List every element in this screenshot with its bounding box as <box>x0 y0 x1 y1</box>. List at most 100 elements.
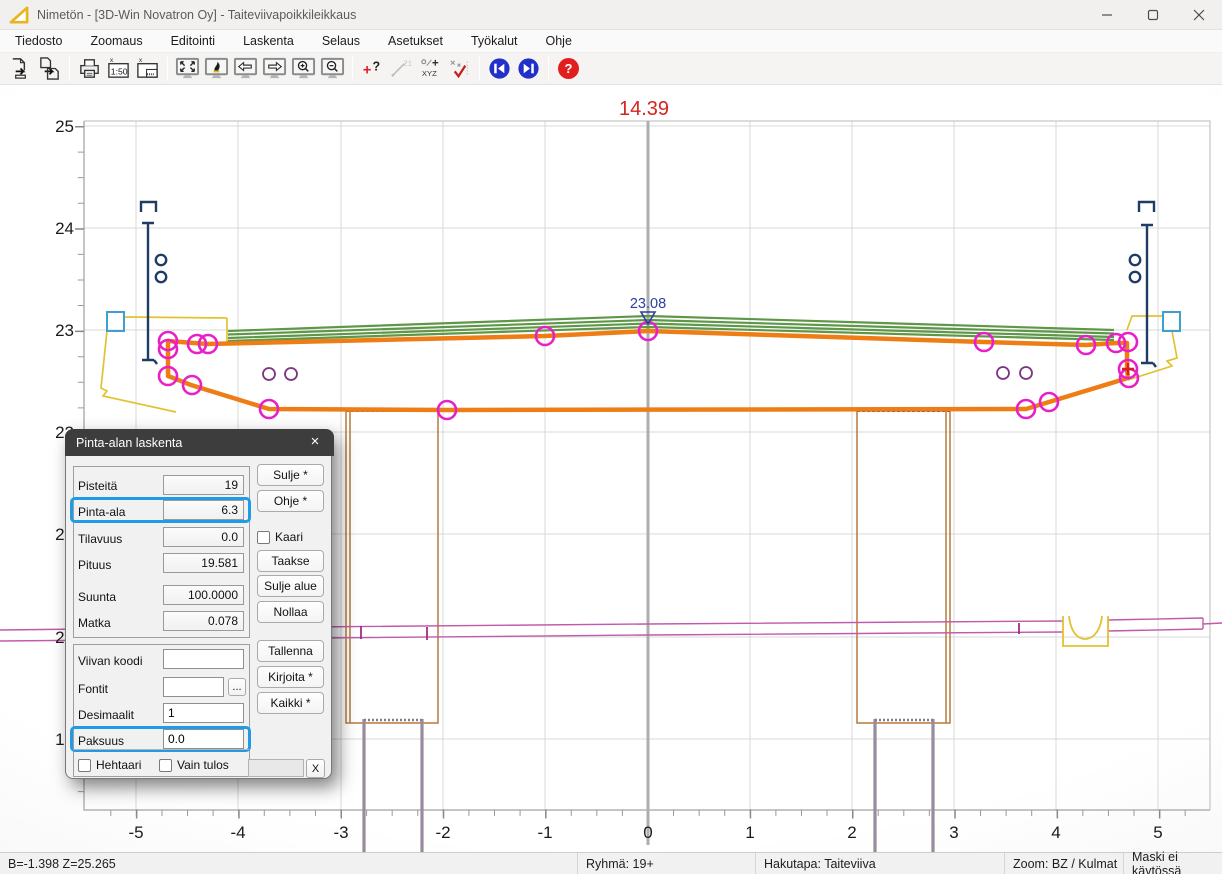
kaari-checkbox[interactable]: Kaari <box>257 530 303 544</box>
checkbox-box <box>257 531 270 544</box>
svg-text:23: 23 <box>55 321 74 340</box>
menu-laskenta[interactable]: Laskenta <box>232 31 305 51</box>
sulje-alue-button[interactable]: Sulje alue <box>257 575 324 597</box>
taakse-button[interactable]: Taakse <box>257 550 324 572</box>
ohje-button[interactable]: Ohje * <box>257 490 324 512</box>
point-xyz-icon[interactable]: XYZ <box>417 55 444 82</box>
menu-tyokalut[interactable]: Työkalut <box>460 31 529 51</box>
tallenna-button[interactable]: Tallenna <box>257 640 324 662</box>
menu-ohje[interactable]: Ohje <box>535 31 583 51</box>
field-label: Desimaalit <box>78 708 134 722</box>
svg-text:-2: -2 <box>435 823 450 842</box>
pan-icon[interactable] <box>203 55 230 82</box>
field-label: Pinta-ala <box>78 505 125 519</box>
view-prev-icon[interactable] <box>232 55 259 82</box>
menu-bar: Tiedosto Zoomaus Editointi Laskenta Sela… <box>0 30 1222 53</box>
print-icon[interactable] <box>76 55 103 82</box>
svg-text:x: x <box>139 57 143 64</box>
add-point-icon[interactable]: + ? <box>359 55 386 82</box>
x-button[interactable]: X <box>306 759 325 778</box>
toolbar-separator <box>69 57 70 81</box>
kirjoita-button[interactable]: Kirjoita * <box>257 666 324 688</box>
desimaalit-input[interactable] <box>163 703 244 723</box>
fontit-browse-button[interactable]: ... <box>228 678 246 696</box>
close-button[interactable] <box>1176 0 1222 30</box>
point-check-icon[interactable] <box>446 55 473 82</box>
view-next-icon[interactable] <box>261 55 288 82</box>
toolbar-separator <box>352 57 353 81</box>
paksuus-input[interactable] <box>163 729 244 749</box>
svg-text:+: + <box>363 62 371 78</box>
scale-1-50-icon[interactable]: x 1:50 <box>105 55 132 82</box>
zoom-in-icon[interactable] <box>290 55 317 82</box>
menu-selaus[interactable]: Selaus <box>311 31 371 51</box>
scale-window-icon[interactable]: x <box>134 55 161 82</box>
pinta-ala-field: 6.3 <box>163 500 244 520</box>
field-label: Pituus <box>78 558 111 572</box>
checkbox-label: Kaari <box>275 530 303 544</box>
vain-tulos-checkbox[interactable]: Vain tulos <box>159 758 229 772</box>
status-group: Ryhmä: 19+ <box>578 853 756 874</box>
menu-tiedosto[interactable]: Tiedosto <box>4 31 73 51</box>
field-label: Suunta <box>78 590 116 604</box>
point-id-21-icon[interactable]: 21 <box>388 55 415 82</box>
field-label: Paksuus <box>78 734 124 748</box>
browse-next-icon[interactable] <box>515 55 542 82</box>
export-file-icon[interactable] <box>36 55 63 82</box>
pituus-field: 19.581 <box>163 553 244 573</box>
field-label: Tilavuus <box>78 532 122 546</box>
checkbox-box <box>159 759 172 772</box>
svg-text:24: 24 <box>55 219 74 238</box>
active-point-cross <box>1122 363 1134 375</box>
checkbox-box <box>78 759 91 772</box>
menu-asetukset[interactable]: Asetukset <box>377 31 454 51</box>
svg-text:-5: -5 <box>128 823 143 842</box>
svg-text:3: 3 <box>949 823 958 842</box>
svg-text:-4: -4 <box>230 823 245 842</box>
kaikki-button[interactable]: Kaikki * <box>257 692 324 714</box>
zoom-fit-icon[interactable] <box>174 55 201 82</box>
app-logo-icon <box>9 6 29 24</box>
status-bar: B=-1.398 Z=25.265 Ryhmä: 19+ Hakutapa: T… <box>0 852 1222 874</box>
menu-zoomaus[interactable]: Zoomaus <box>79 31 153 51</box>
dialog-close-icon[interactable]: × <box>305 433 325 450</box>
surface-layers-green <box>228 316 1114 341</box>
dialog-title-bar[interactable]: Pinta-alan laskenta × <box>65 429 334 456</box>
hehtaari-checkbox[interactable]: Hehtaari <box>78 758 141 772</box>
pinta-alan-laskenta-dialog: Pinta-alan laskenta × Pisteitä 19 Pinta-… <box>65 429 332 779</box>
tilavuus-field: 0.0 <box>163 527 244 547</box>
import-file-icon[interactable] <box>7 55 34 82</box>
maximize-button[interactable] <box>1130 0 1176 30</box>
svg-text:25: 25 <box>55 117 74 136</box>
toolbar-separator <box>548 57 549 81</box>
field-label: Pisteitä <box>78 479 117 493</box>
ditch-channel <box>1063 616 1108 646</box>
status-mask: Maski ei käytössä <box>1124 853 1222 874</box>
menu-editointi[interactable]: Editointi <box>160 31 226 51</box>
svg-text:-1: -1 <box>537 823 552 842</box>
status-search-mode: Hakutapa: Taiteviiva <box>756 853 1005 874</box>
minimize-button[interactable] <box>1084 0 1130 30</box>
fontit-input[interactable] <box>163 677 224 697</box>
checkbox-label: Vain tulos <box>177 758 229 772</box>
pisteita-field: 19 <box>163 475 244 495</box>
svg-text:0: 0 <box>643 823 652 842</box>
svg-text:1:50: 1:50 <box>111 66 128 76</box>
nollaa-button[interactable]: Nollaa <box>257 601 324 623</box>
application-window: Nimetön - [3D-Win Novatron Oy] - Taitevi… <box>0 0 1222 874</box>
title-bar: Nimetön - [3D-Win Novatron Oy] - Taitevi… <box>0 0 1222 30</box>
toolbar: x 1:50 x <box>0 53 1222 85</box>
viivan-koodi-input[interactable] <box>163 649 244 669</box>
zoom-out-icon[interactable] <box>319 55 346 82</box>
toolbar-separator <box>479 57 480 81</box>
status-zoom: Zoom: BZ / Kulmat <box>1005 853 1124 874</box>
x-axis-labels: -5 -4 -3 -2 -1 0 1 2 3 4 5 <box>128 823 1162 842</box>
browse-prev-icon[interactable] <box>486 55 513 82</box>
help-icon[interactable]: ? <box>555 55 582 82</box>
window-title: Nimetön - [3D-Win Novatron Oy] - Taitevi… <box>37 8 356 22</box>
matka-field: 0.078 <box>163 611 244 631</box>
dialog-title: Pinta-alan laskenta <box>76 436 182 450</box>
svg-text:?: ? <box>373 59 381 73</box>
sulje-button[interactable]: Sulje * <box>257 464 324 486</box>
field-label: Fontit <box>78 682 108 696</box>
